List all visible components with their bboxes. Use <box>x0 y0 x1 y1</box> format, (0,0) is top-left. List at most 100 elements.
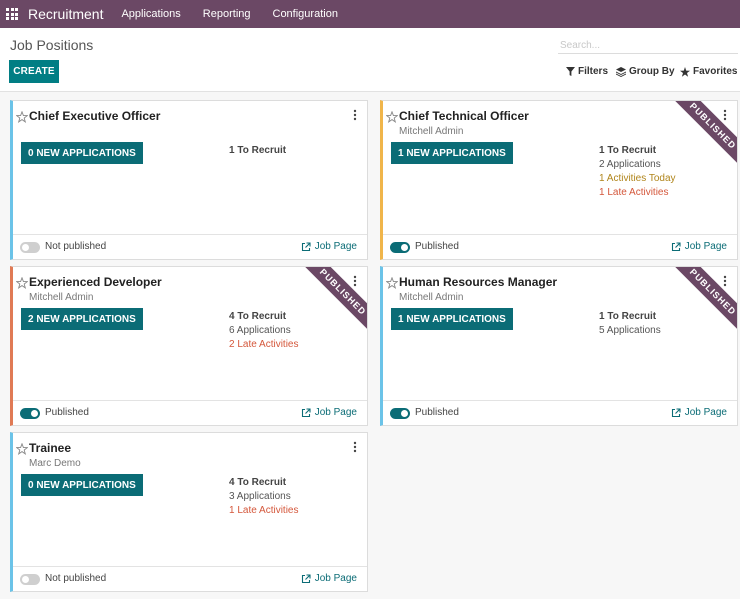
publish-status: Published <box>415 407 459 418</box>
job-page-link[interactable]: Job Page <box>671 407 727 418</box>
external-link-icon <box>671 407 681 417</box>
menu-applications[interactable]: Applications <box>121 8 180 20</box>
group-by-button[interactable]: Group By <box>616 66 675 77</box>
activities-today[interactable]: 1 Activities Today <box>599 172 676 186</box>
job-page-link[interactable]: Job Page <box>301 407 357 418</box>
new-applications-button[interactable]: 1 NEW APPLICATIONS <box>391 308 513 330</box>
favorites-button[interactable]: Favorites <box>680 66 737 77</box>
publish-toggle[interactable] <box>20 408 40 419</box>
external-link-icon <box>301 573 311 583</box>
new-applications-button[interactable]: 0 NEW APPLICATIONS <box>21 142 143 164</box>
top-navbar: Recruitment Applications Reporting Confi… <box>0 0 740 28</box>
toggle-knob <box>22 576 29 583</box>
to-recruit[interactable]: 4 To Recruit <box>229 476 298 490</box>
applications-count[interactable]: 2 Applications <box>599 158 676 172</box>
publish-toggle[interactable] <box>390 242 410 253</box>
to-recruit[interactable]: 1 To Recruit <box>229 144 286 158</box>
late-activities[interactable]: 1 Late Activities <box>229 504 298 518</box>
job-manager: Mitchell Admin <box>399 292 464 303</box>
new-applications-button[interactable]: 1 NEW APPLICATIONS <box>391 142 513 164</box>
star-outline-icon[interactable] <box>16 277 28 289</box>
applications-count[interactable]: 3 Applications <box>229 490 298 504</box>
job-page-label: Job Page <box>314 573 357 584</box>
job-title[interactable]: Human Resources Manager <box>399 275 557 289</box>
publish-toggle[interactable] <box>390 408 410 419</box>
job-stats: 4 To Recruit 6 Applications 2 Late Activ… <box>229 310 298 352</box>
published-ribbon: PUBLISHED <box>667 267 737 337</box>
star-icon <box>680 66 690 77</box>
menu-reporting[interactable]: Reporting <box>203 8 251 20</box>
job-stats: 1 To Recruit <box>229 144 286 158</box>
job-title[interactable]: Trainee <box>29 441 71 455</box>
job-manager: Mitchell Admin <box>29 292 94 303</box>
job-title[interactable]: Experienced Developer <box>29 275 162 289</box>
job-card[interactable]: Chief Executive Officer 0 NEW APPLICATIO… <box>10 100 368 260</box>
toggle-knob <box>22 244 29 251</box>
job-title[interactable]: Chief Technical Officer <box>399 109 529 123</box>
filters-button[interactable]: Filters <box>566 66 608 77</box>
create-button[interactable]: CREATE <box>9 60 59 83</box>
group-by-label: Group By <box>629 66 675 77</box>
job-card[interactable]: Human Resources Manager Mitchell Admin 1… <box>380 266 738 426</box>
page-title: Job Positions <box>10 37 94 53</box>
job-page-label: Job Page <box>314 241 357 252</box>
late-activities[interactable]: 2 Late Activities <box>229 338 298 352</box>
external-link-icon <box>301 407 311 417</box>
toggle-knob <box>401 410 408 417</box>
to-recruit[interactable]: 1 To Recruit <box>599 310 661 324</box>
card-footer: Published Job Page <box>383 400 737 426</box>
job-page-label: Job Page <box>684 407 727 418</box>
app-grid-icon[interactable] <box>6 8 28 20</box>
search-input[interactable] <box>558 37 738 54</box>
filters-label: Filters <box>578 66 609 77</box>
star-outline-icon[interactable] <box>386 277 398 289</box>
job-stats: 1 To Recruit 2 Applications 1 Activities… <box>599 144 676 200</box>
applications-count[interactable]: 6 Applications <box>229 324 298 338</box>
filter-icon <box>566 67 575 76</box>
new-applications-button[interactable]: 2 NEW APPLICATIONS <box>21 308 143 330</box>
to-recruit[interactable]: 1 To Recruit <box>599 144 676 158</box>
publish-status: Not published <box>45 241 107 252</box>
external-link-icon <box>301 241 311 251</box>
job-title[interactable]: Chief Executive Officer <box>29 109 160 123</box>
menu-configuration[interactable]: Configuration <box>273 8 338 20</box>
new-applications-button[interactable]: 0 NEW APPLICATIONS <box>21 474 143 496</box>
publish-status: Not published <box>45 573 107 584</box>
to-recruit[interactable]: 4 To Recruit <box>229 310 298 324</box>
star-outline-icon[interactable] <box>386 111 398 123</box>
app-brand[interactable]: Recruitment <box>28 6 103 22</box>
card-footer: Published Job Page <box>13 400 367 426</box>
kanban-view: Chief Executive Officer 0 NEW APPLICATIO… <box>0 92 740 599</box>
published-ribbon: PUBLISHED <box>297 267 367 337</box>
ribbon-text: PUBLISHED <box>671 267 737 334</box>
card-footer: Not published Job Page <box>13 566 367 592</box>
publish-status: Published <box>415 241 459 252</box>
layers-icon <box>616 66 626 77</box>
star-outline-icon[interactable] <box>16 443 28 455</box>
card-footer: Published Job Page <box>383 234 737 260</box>
job-stats: 4 To Recruit 3 Applications 1 Late Activ… <box>229 476 298 518</box>
job-page-link[interactable]: Job Page <box>301 573 357 584</box>
control-panel: Job Positions CREATE Filters Group By Fa… <box>0 28 740 92</box>
late-activities[interactable]: 1 Late Activities <box>599 186 676 200</box>
kebab-menu-icon[interactable] <box>353 441 357 453</box>
published-ribbon: PUBLISHED <box>667 101 737 171</box>
ribbon-text: PUBLISHED <box>671 101 737 168</box>
card-footer: Not published Job Page <box>13 234 367 260</box>
external-link-icon <box>671 241 681 251</box>
publish-toggle[interactable] <box>20 574 40 585</box>
job-page-link[interactable]: Job Page <box>671 241 727 252</box>
job-manager: Mitchell Admin <box>399 126 464 137</box>
job-card[interactable]: Chief Technical Officer Mitchell Admin 1… <box>380 100 738 260</box>
job-page-label: Job Page <box>314 407 357 418</box>
star-outline-icon[interactable] <box>16 111 28 123</box>
job-stats: 1 To Recruit 5 Applications <box>599 310 661 338</box>
publish-toggle[interactable] <box>20 242 40 253</box>
job-card[interactable]: Experienced Developer Mitchell Admin 2 N… <box>10 266 368 426</box>
job-page-link[interactable]: Job Page <box>301 241 357 252</box>
job-card[interactable]: Trainee Marc Demo 0 NEW APPLICATIONS 4 T… <box>10 432 368 592</box>
favorites-label: Favorites <box>693 66 738 77</box>
applications-count[interactable]: 5 Applications <box>599 324 661 338</box>
job-page-label: Job Page <box>684 241 727 252</box>
kebab-menu-icon[interactable] <box>353 109 357 121</box>
